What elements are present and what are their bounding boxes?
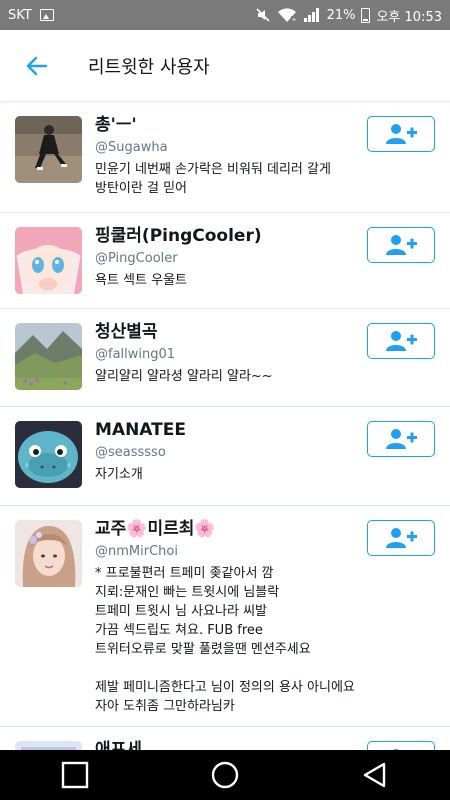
user-info: 교주🌸미르최🌸 @nmMirChoi * 프로불편러 트페미 좆같아서 깜 지뢰… xyxy=(95,518,360,716)
add-user-icon xyxy=(386,429,417,449)
back-nav-button[interactable] xyxy=(345,750,405,800)
user-bio: 민윤기 네번째 손가락은 비워둬 데리러 갈게 방탄이란 걸 믿어 xyxy=(95,162,331,196)
signal-icon xyxy=(303,8,319,22)
user-row[interactable]: 교주🌸미르최🌸 @nmMirChoi * 프로불편러 트페미 좆같아서 깜 지뢰… xyxy=(0,506,450,727)
triangle-back-icon xyxy=(363,762,386,788)
image-icon xyxy=(39,9,54,21)
circle-home-icon xyxy=(211,761,239,789)
user-name: 총'ㅡ' xyxy=(95,115,137,135)
recents-button[interactable] xyxy=(45,750,105,800)
user-avatar[interactable] xyxy=(15,520,82,587)
retweeter-list: 총'ㅡ' @Sugawha 민윤기 네번째 손가락은 비워둬 데리러 갈게 방탄… xyxy=(0,102,450,750)
user-handle: @Sugawha xyxy=(95,140,168,155)
follow-button[interactable] xyxy=(367,520,435,556)
svg-text:+: + xyxy=(291,17,296,24)
back-arrow-icon xyxy=(26,56,48,75)
add-user-icon xyxy=(386,331,417,351)
clock: 오후 10:53 xyxy=(376,9,442,25)
app-header: 리트윗한 사용자 xyxy=(0,30,450,102)
user-name: 교주🌸미르최🌸 xyxy=(95,519,216,539)
user-name: 애프세 xyxy=(95,740,142,750)
user-handle: @nmMirChoi xyxy=(95,544,178,559)
status-right: + 21% 오후 10:53 xyxy=(255,6,442,25)
add-user-icon xyxy=(386,235,417,255)
user-row[interactable]: 청산별곡 @fallwing01 얄리얄리 얄라셩 얄라리 얄라~~ xyxy=(0,309,450,407)
user-info: 총'ㅡ' @Sugawha 민윤기 네번째 손가락은 비워둬 데리러 갈게 방탄… xyxy=(95,114,360,198)
user-avatar[interactable] xyxy=(15,323,82,390)
follow-button[interactable] xyxy=(367,227,435,263)
user-info: MANATEE @seasssso 자기소개 xyxy=(95,419,360,484)
user-bio: 얄리얄리 얄라셩 얄라리 얄라~~ xyxy=(95,369,273,384)
user-bio: 자기소개 xyxy=(95,467,143,482)
follow-button[interactable] xyxy=(367,323,435,359)
user-info: 청산별곡 @fallwing01 얄리얄리 얄라셩 얄라리 얄라~~ xyxy=(95,321,360,386)
square-recents-icon xyxy=(61,761,89,789)
user-bio: 욕트 섹트 우울트 xyxy=(95,273,187,288)
add-user-icon xyxy=(386,124,417,144)
follow-button[interactable] xyxy=(367,421,435,457)
user-handle: @PingCooler xyxy=(95,251,178,266)
status-bar: SKT + 21% 오후 10:53 xyxy=(0,0,450,30)
user-avatar[interactable] xyxy=(15,227,82,294)
user-row[interactable]: 애프세 xyxy=(0,727,450,750)
system-nav-bar xyxy=(0,750,450,800)
status-left: SKT xyxy=(8,8,54,23)
user-row[interactable]: 총'ㅡ' @Sugawha 민윤기 네번째 손가락은 비워둬 데리러 갈게 방탄… xyxy=(0,102,450,213)
add-user-icon xyxy=(386,528,417,548)
mute-icon xyxy=(255,8,270,22)
wifi-icon: + xyxy=(277,8,296,24)
user-avatar[interactable] xyxy=(15,741,82,750)
user-avatar[interactable] xyxy=(15,421,82,488)
user-name: MANATEE xyxy=(95,420,186,440)
user-name: 청산별곡 xyxy=(95,322,158,342)
home-button[interactable] xyxy=(195,750,255,800)
carrier-label: SKT xyxy=(8,7,32,23)
user-bio: * 프로불편러 트페미 좆같아서 깜 지뢰:문재인 빠는 트윗시에 님블락 트페… xyxy=(95,566,355,714)
user-name: 핑쿨러(PingCooler) xyxy=(95,226,262,246)
back-button[interactable] xyxy=(20,49,54,83)
user-avatar[interactable] xyxy=(15,116,82,183)
user-row[interactable]: MANATEE @seasssso 자기소개 xyxy=(0,407,450,506)
follow-button[interactable] xyxy=(367,741,435,750)
page-title: 리트윗한 사용자 xyxy=(88,56,210,78)
user-handle: @fallwing01 xyxy=(95,347,176,362)
follow-button[interactable] xyxy=(367,116,435,152)
user-handle: @seasssso xyxy=(95,445,166,460)
user-info: 애프세 xyxy=(95,739,360,750)
battery-percent: 21% xyxy=(326,7,356,23)
user-info: 핑쿨러(PingCooler) @PingCooler 욕트 섹트 우울트 xyxy=(95,225,360,290)
battery-icon xyxy=(361,7,371,23)
user-row[interactable]: 핑쿨러(PingCooler) @PingCooler 욕트 섹트 우울트 xyxy=(0,213,450,309)
